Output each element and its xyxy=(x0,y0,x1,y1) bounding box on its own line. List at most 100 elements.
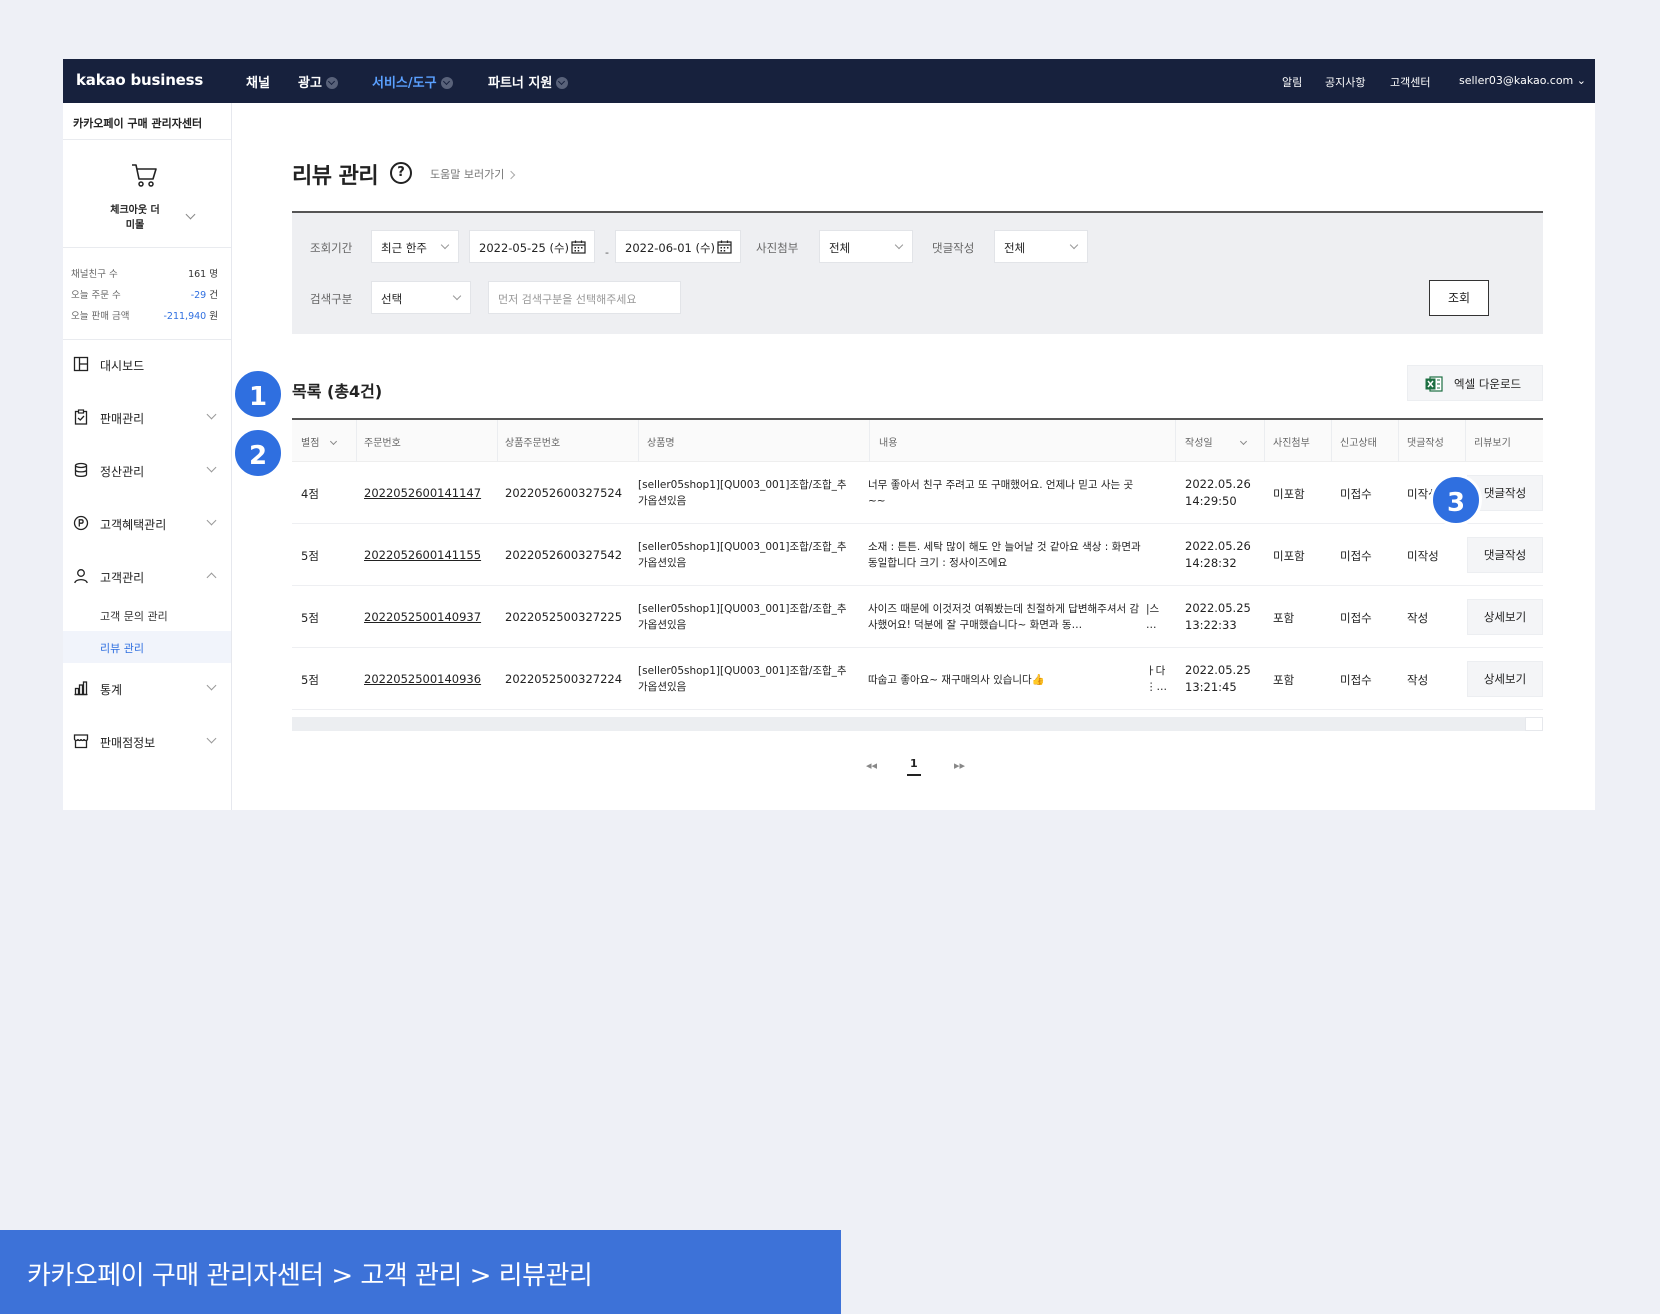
nav-partner-support[interactable]: 파트너 지원 xyxy=(488,72,569,91)
column-divider xyxy=(356,420,357,462)
photo-select[interactable]: 전체 xyxy=(819,230,913,263)
table-row: 5점 2022052600141155 2022052600327542 [se… xyxy=(292,524,1543,586)
sidebar-item-sales[interactable]: 판매관리 xyxy=(63,402,231,432)
shop-selector[interactable]: 체크아웃 더미몰 xyxy=(107,203,163,233)
order-number-link[interactable]: 2022052600141147 xyxy=(364,486,481,500)
column-report-status: 신고상태 xyxy=(1340,438,1377,449)
start-date-input[interactable]: 2022-05-25 (수) xyxy=(469,230,595,263)
util-notifications[interactable]: 알림 xyxy=(1282,74,1302,90)
cell-report-status: 미접수 xyxy=(1340,673,1372,687)
chevron-down-icon xyxy=(1069,240,1079,250)
column-photo: 사진첨부 xyxy=(1273,438,1310,449)
write-reply-button[interactable]: 댓글작성 xyxy=(1467,537,1543,573)
stat-value-channel-friends: 161 명 xyxy=(188,269,218,280)
search-button[interactable]: 조회 xyxy=(1429,280,1489,316)
stat-label-channel-friends: 채널친구 수 xyxy=(71,269,118,280)
user-account-menu[interactable]: seller03@kakao.com ⌄ xyxy=(1459,74,1586,87)
util-customer-center[interactable]: 고객센터 xyxy=(1390,74,1430,90)
cell-rating: 5점 xyxy=(301,673,319,687)
column-rating[interactable]: 별점 xyxy=(301,434,338,449)
nav-channel[interactable]: 채널 xyxy=(246,72,270,91)
kakao-business-logo[interactable]: kakao business xyxy=(76,71,203,89)
help-link[interactable]: 도움말 보러가기 xyxy=(430,166,514,182)
divider xyxy=(63,247,231,248)
annotation-marker-3: 3 xyxy=(1430,474,1482,526)
column-view-review: 리뷰보기 xyxy=(1474,438,1511,449)
column-divider xyxy=(1175,420,1176,462)
horizontal-scrollbar[interactable] xyxy=(292,717,1543,731)
table-row: 5점 2022052500140937 2022052500327225 [se… xyxy=(292,586,1543,648)
page-number-current[interactable]: 1 xyxy=(907,757,921,776)
app-window: kakao business 채널 광고 서비스/도구 파트너 지원 알림 공지… xyxy=(63,59,1595,810)
period-select[interactable]: 최근 한주 xyxy=(371,230,459,263)
sidebar-subitem-label: 리뷰 관리 xyxy=(100,642,144,655)
annotation-marker-1: 1 xyxy=(232,368,284,420)
sidebar-item-statistics[interactable]: 통계 xyxy=(63,673,231,703)
top-navigation: kakao business 채널 광고 서비스/도구 파트너 지원 알림 공지… xyxy=(63,59,1595,103)
column-product-name: 상품명 xyxy=(647,438,675,449)
cell-report-status: 미접수 xyxy=(1340,611,1372,625)
sidebar-item-dashboard[interactable]: 대시보드 xyxy=(63,349,231,379)
order-number-link[interactable]: 2022052600141155 xyxy=(364,548,481,562)
calendar-icon[interactable] xyxy=(717,240,732,254)
util-notices[interactable]: 공지사항 xyxy=(1325,74,1365,90)
sidebar-item-customer-management[interactable]: 고객관리 xyxy=(63,561,231,591)
sidebar-item-label: 정산관리 xyxy=(100,465,145,479)
first-page-button[interactable]: ◂◂ xyxy=(866,759,877,772)
help-icon[interactable]: ? xyxy=(390,162,412,184)
sidebar-item-label: 고객혜택관리 xyxy=(100,518,167,532)
sidebar-item-store-info[interactable]: 판매점정보 xyxy=(63,726,231,756)
cell-reply-status: 작성 xyxy=(1407,673,1429,687)
cell-date: 2022.05.26 14:29:50 xyxy=(1185,477,1251,508)
stat-value-orders-today: -29 건 xyxy=(190,290,218,301)
excel-download-label: 엑셀 다운로드 xyxy=(1454,377,1522,391)
bar-chart-icon xyxy=(74,681,88,696)
cell-product-order-no: 2022052600327542 xyxy=(505,548,623,562)
search-type-select[interactable]: 선택 xyxy=(371,281,471,314)
chevron-down-icon xyxy=(206,462,217,473)
sidebar-subitem-reviews[interactable]: 리뷰 관리 xyxy=(63,631,231,663)
column-content: 내용 xyxy=(879,438,898,449)
sidebar-subitem-inquiries[interactable]: 고객 문의 관리 xyxy=(63,599,231,631)
scrollbar-thumb[interactable] xyxy=(1525,717,1543,731)
cell-rating: 5점 xyxy=(301,611,319,625)
search-type-label: 검색구분 xyxy=(310,292,353,306)
cell-photo: 포함 xyxy=(1273,673,1295,687)
column-order-no: 주문번호 xyxy=(364,438,401,449)
nav-services-tools[interactable]: 서비스/도구 xyxy=(372,72,453,91)
date-separator: - xyxy=(605,246,609,259)
view-detail-button[interactable]: 상세보기 xyxy=(1467,599,1543,635)
cart-icon xyxy=(132,164,157,187)
sidebar-item-customer-benefits[interactable]: 고객혜택관리 xyxy=(63,508,231,538)
cell-rating: 5점 xyxy=(301,549,319,563)
reply-select[interactable]: 전체 xyxy=(994,230,1088,263)
calendar-icon[interactable] xyxy=(571,240,586,254)
cell-report-status: 미접수 xyxy=(1340,487,1372,501)
view-detail-button[interactable]: 상세보기 xyxy=(1467,661,1543,697)
cell-photo: 포함 xyxy=(1273,611,1295,625)
divider xyxy=(63,139,231,140)
sidebar-item-label: 대시보드 xyxy=(100,359,145,373)
search-input[interactable]: 먼저 검색구분을 선택해주세요 xyxy=(488,281,681,314)
column-date[interactable]: 작성일 xyxy=(1185,434,1247,449)
caption-bar: 카카오페이 구매 관리자센터 > 고객 관리 > 리뷰관리 xyxy=(0,1230,841,1314)
chevron-down-icon xyxy=(452,291,462,301)
stat-label-sales-today: 오늘 판매 금액 xyxy=(71,311,130,322)
cell-content-overflow: ㅏ다 ⋮… xyxy=(1146,665,1167,693)
end-date-input[interactable]: 2022-06-01 (수) xyxy=(615,230,741,263)
order-number-link[interactable]: 2022052500140937 xyxy=(364,610,481,624)
chevron-down-icon[interactable] xyxy=(185,209,196,220)
sidebar-item-label: 고객관리 xyxy=(100,571,145,585)
column-divider xyxy=(869,420,870,462)
sidebar: 카카오페이 구매 관리자센터 체크아웃 더미몰 채널친구 수 161 명 오늘 … xyxy=(63,103,232,810)
excel-download-button[interactable]: 엑셀 다운로드 xyxy=(1407,365,1543,401)
nav-ads[interactable]: 광고 xyxy=(298,72,338,91)
column-divider xyxy=(1465,420,1466,462)
photo-label: 사진첨부 xyxy=(756,241,799,255)
sidebar-item-settlement[interactable]: 정산관리 xyxy=(63,455,231,485)
last-page-button[interactable]: ▸▸ xyxy=(954,759,965,772)
cell-photo: 미포함 xyxy=(1273,549,1305,563)
order-number-link[interactable]: 2022052500140936 xyxy=(364,672,481,686)
chevron-down-icon xyxy=(206,733,217,744)
cell-content: 따숩고 좋아요~ 재구매의사 있습니다👍 xyxy=(868,674,1045,686)
